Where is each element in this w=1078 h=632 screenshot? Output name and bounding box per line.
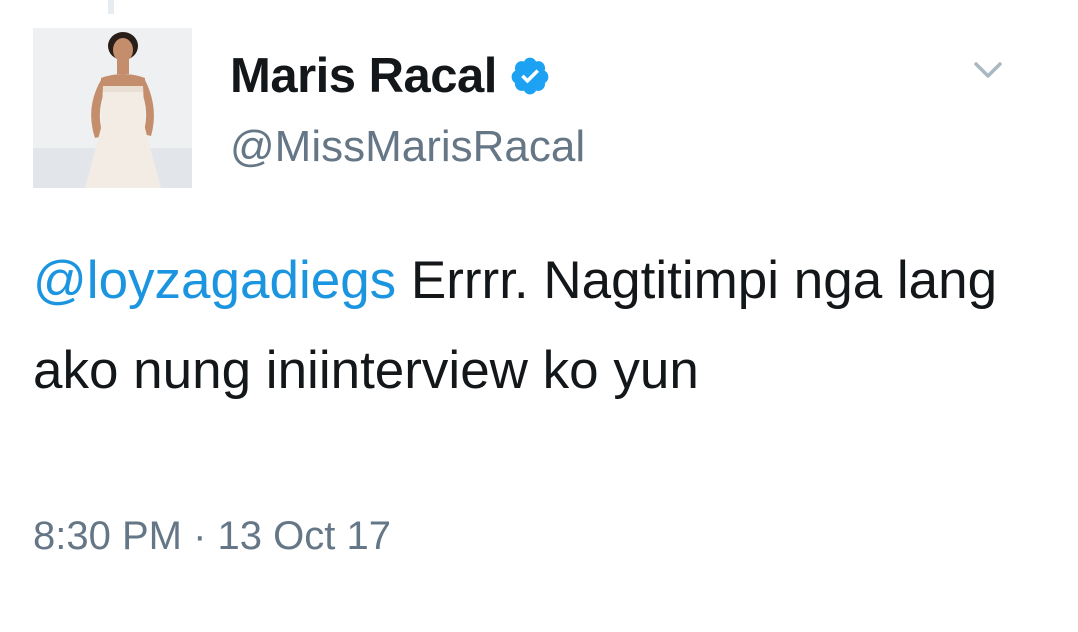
- thread-connector-line: [108, 0, 114, 14]
- tweet-card: Maris Racal @MissMarisRacal @loyzagadieg…: [0, 0, 1078, 632]
- timestamp[interactable]: 8:30 PM · 13 Oct 17: [33, 514, 391, 559]
- tweet-text: @loyzagadiegs Errrr. Nagtitimpi nga lang…: [33, 236, 1043, 416]
- author-name-row: Maris Racal: [230, 46, 551, 106]
- username-handle[interactable]: @MissMarisRacal: [230, 122, 585, 172]
- mention-link[interactable]: @loyzagadiegs: [33, 251, 396, 310]
- chevron-down-icon[interactable]: [970, 55, 1006, 85]
- avatar-photo: [33, 28, 192, 188]
- verified-badge-icon: [509, 55, 551, 97]
- avatar[interactable]: [33, 28, 192, 188]
- display-name[interactable]: Maris Racal: [230, 48, 497, 104]
